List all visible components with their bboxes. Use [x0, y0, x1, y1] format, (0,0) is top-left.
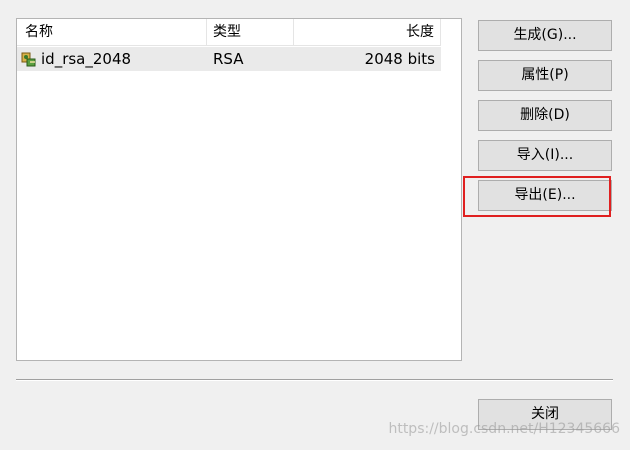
separator-line [16, 379, 613, 381]
key-type: RSA [213, 50, 244, 68]
column-header-length[interactable]: 长度 [294, 19, 441, 45]
key-name: id_rsa_2048 [41, 50, 132, 68]
watermark-text: https://blog.csdn.net/H12345666 [388, 421, 620, 437]
generate-button[interactable]: 生成(G)... [478, 20, 612, 51]
key-list-row[interactable]: id_rsa_2048 RSA 2048 bits [17, 47, 441, 71]
key-list-header: 名称 类型 长度 [17, 19, 441, 46]
highlight-annotation-box [463, 176, 611, 217]
column-header-name[interactable]: 名称 [17, 19, 207, 45]
delete-button[interactable]: 删除(D) [478, 100, 612, 131]
key-pair-icon [21, 51, 37, 67]
key-length: 2048 bits [364, 50, 435, 68]
properties-button[interactable]: 属性(P) [478, 60, 612, 91]
column-header-type[interactable]: 类型 [207, 19, 294, 45]
key-list[interactable]: 名称 类型 长度 id_rsa_2048 RSA 2048 bits [16, 18, 462, 361]
key-name-cell: id_rsa_2048 [21, 47, 207, 71]
import-button[interactable]: 导入(I)... [478, 140, 612, 171]
